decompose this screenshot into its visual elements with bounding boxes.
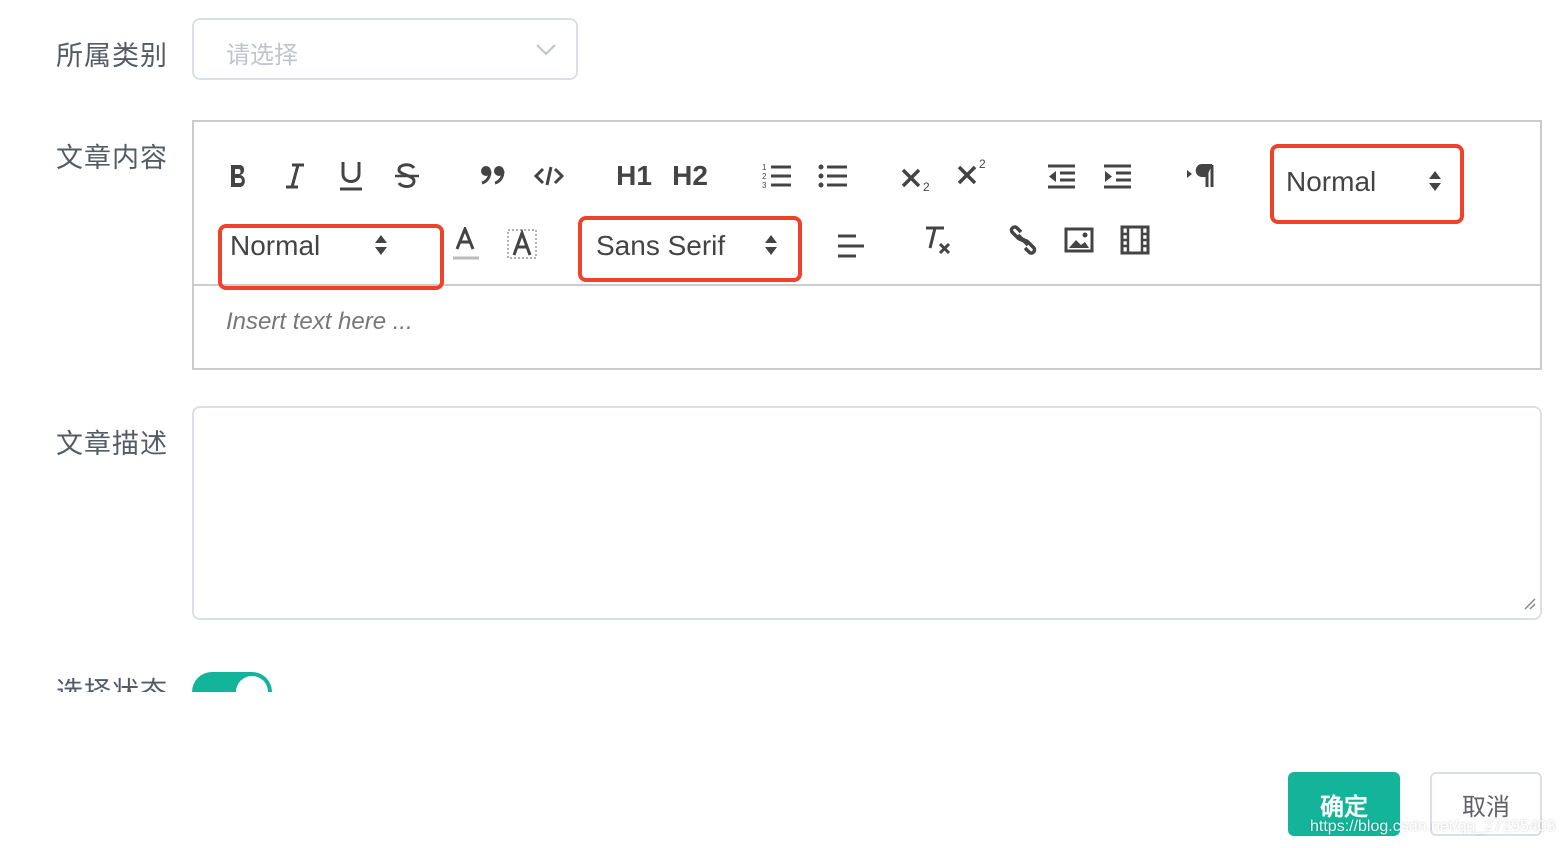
svg-text:2: 2 [762, 172, 767, 181]
category-label: 所属类别 [56, 41, 168, 72]
editor-toolbar: H1 H2 123 2 2 Normal Normal Sans Serif [194, 122, 1540, 290]
strike-icon[interactable] [392, 156, 422, 196]
highlight-box [578, 216, 802, 282]
category-placeholder: 请选择 [226, 41, 298, 69]
h2-label: H2 [672, 160, 708, 191]
description-textarea[interactable] [192, 406, 1542, 620]
italic-icon[interactable] [280, 156, 310, 196]
description-label: 文章描述 [56, 429, 168, 460]
watermark: https://blog.csdn.net/qq_27295403 [1310, 818, 1556, 835]
ordered-list-icon[interactable]: 123 [760, 156, 794, 196]
header-2-button[interactable]: H2 [670, 156, 710, 196]
editor-content-placeholder[interactable]: Insert text here ... [226, 308, 413, 336]
status-switch[interactable] [192, 672, 272, 692]
background-color-icon[interactable] [506, 224, 538, 264]
resize-handle-icon[interactable] [1522, 595, 1536, 614]
bold-icon[interactable] [224, 156, 254, 196]
code-block-icon[interactable] [532, 156, 566, 196]
chevron-down-icon [536, 41, 556, 60]
category-select[interactable]: 请选择 [192, 18, 578, 80]
underline-icon[interactable] [336, 156, 366, 196]
image-icon[interactable] [1062, 220, 1096, 260]
switch-knob [236, 676, 268, 692]
align-icon[interactable] [834, 226, 868, 266]
highlight-box [1270, 144, 1464, 224]
svg-text:1: 1 [762, 163, 767, 172]
content-label: 文章内容 [56, 143, 168, 174]
superscript-icon[interactable]: 2 [956, 152, 992, 192]
status-label: 选择状态 [56, 670, 168, 692]
subscript-icon[interactable]: 2 [900, 158, 936, 198]
clear-format-icon[interactable] [920, 220, 954, 260]
indent-icon[interactable] [1100, 156, 1134, 196]
highlight-box [218, 224, 444, 290]
text-direction-icon[interactable] [1184, 156, 1218, 196]
h1-label: H1 [616, 160, 652, 191]
rich-text-editor: H1 H2 123 2 2 Normal Normal Sans Serif I… [192, 120, 1542, 370]
svg-text:2: 2 [923, 180, 930, 192]
video-icon[interactable] [1118, 220, 1152, 260]
svg-text:3: 3 [762, 181, 767, 190]
status-row: 选择状态 [0, 640, 1564, 692]
link-icon[interactable] [1006, 220, 1040, 260]
font-color-icon[interactable] [450, 224, 482, 264]
outdent-icon[interactable] [1044, 156, 1078, 196]
bullet-list-icon[interactable] [816, 156, 850, 196]
svg-text:2: 2 [979, 157, 986, 171]
header-1-button[interactable]: H1 [614, 156, 654, 196]
blockquote-icon[interactable] [476, 156, 510, 196]
